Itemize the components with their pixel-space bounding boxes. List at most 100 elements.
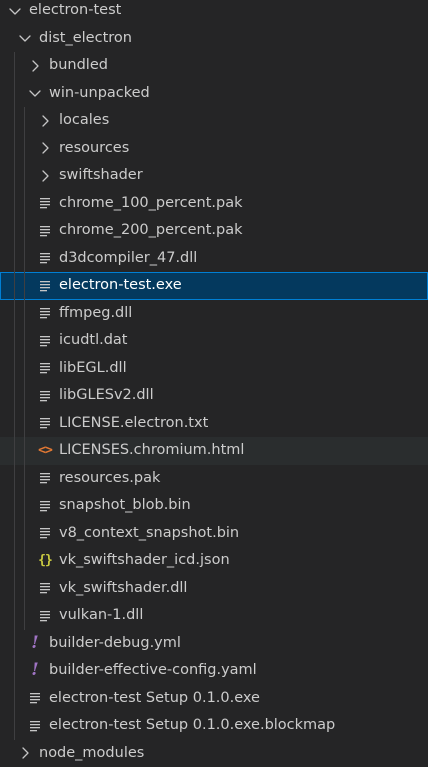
indent-guide: [14, 410, 15, 438]
file-row-resources-pak[interactable]: resources.pak: [0, 465, 428, 493]
indent-guide: [24, 437, 25, 465]
chevron-down-icon[interactable]: [27, 80, 43, 108]
file-row-ffmpeg-dll[interactable]: ffmpeg.dll: [0, 300, 428, 328]
file-row-v8-context-snapshot-bin[interactable]: v8_context_snapshot.bin: [0, 520, 428, 548]
file-lines-icon: [37, 575, 53, 603]
file-label: vk_swiftshader.dll: [59, 575, 187, 603]
indent-guide: [24, 135, 25, 163]
indent-guide: [14, 437, 15, 465]
file-label: resources.pak: [59, 465, 160, 493]
file-lines-icon: [37, 190, 53, 218]
file-lines-icon: [37, 300, 53, 328]
chevron-down-icon[interactable]: [17, 25, 33, 53]
file-lines-icon: [37, 217, 53, 245]
folder-row-locales[interactable]: locales: [0, 107, 428, 135]
file-row-d3dcompiler-47-dll[interactable]: d3dcompiler_47.dll: [0, 245, 428, 273]
indent-guide: [14, 657, 15, 685]
indent-guide: [14, 520, 15, 548]
file-lines-icon: [37, 492, 53, 520]
file-label: ffmpeg.dll: [59, 300, 132, 328]
indent-guide: [24, 107, 25, 135]
folder-row-electron-test[interactable]: electron-test: [0, 0, 428, 25]
indent-guide: [14, 52, 15, 80]
file-label: libEGL.dll: [59, 355, 127, 383]
file-lines-icon: [37, 327, 53, 355]
folder-row-resources[interactable]: resources: [0, 135, 428, 163]
folder-row-swiftshader[interactable]: swiftshader: [0, 162, 428, 190]
folder-label: locales: [59, 107, 109, 135]
indent-guide: [14, 382, 15, 410]
file-row-chrome-100-percent-pak[interactable]: chrome_100_percent.pak: [0, 190, 428, 218]
file-label: snapshot_blob.bin: [59, 492, 191, 520]
indent-guide: [14, 547, 15, 575]
indent-guide: [14, 135, 15, 163]
indent-guide: [24, 190, 25, 218]
yaml-file-icon: !: [27, 657, 43, 685]
file-row-chrome-200-percent-pak[interactable]: chrome_200_percent.pak: [0, 217, 428, 245]
indent-guide: [14, 300, 15, 328]
file-label: vulkan-1.dll: [59, 602, 143, 630]
file-label: electron-test Setup 0.1.0.exe: [49, 685, 260, 713]
file-lines-icon: [37, 602, 53, 630]
file-row-licenses-chromium-html[interactable]: <>LICENSES.chromium.html: [0, 437, 428, 465]
file-row-icudtl-dat[interactable]: icudtl.dat: [0, 327, 428, 355]
file-label: d3dcompiler_47.dll: [59, 245, 197, 273]
indent-guide: [24, 382, 25, 410]
file-row-builder-effective-config-yaml[interactable]: !builder-effective-config.yaml: [0, 657, 428, 685]
indent-guide: [24, 245, 25, 273]
indent-guide: [14, 217, 15, 245]
indent-guide: [14, 245, 15, 273]
indent-guide: [24, 300, 25, 328]
file-label: LICENSES.chromium.html: [59, 437, 244, 465]
file-row-builder-debug-yml[interactable]: !builder-debug.yml: [0, 630, 428, 658]
explorer-tree: electron-testdist_electronbundledwin-unp…: [0, 0, 428, 767]
indent-guide: [14, 327, 15, 355]
indent-guide: [24, 575, 25, 603]
file-label: vk_swiftshader_icd.json: [59, 547, 230, 575]
folder-label: dist_electron: [39, 25, 132, 53]
chevron-right-icon[interactable]: [37, 162, 53, 190]
indent-guide: [24, 520, 25, 548]
file-label: chrome_100_percent.pak: [59, 190, 243, 218]
file-label: chrome_200_percent.pak: [59, 217, 243, 245]
file-row-electron-test-exe[interactable]: electron-test.exe: [0, 272, 428, 300]
file-row-license-electron-txt[interactable]: LICENSE.electron.txt: [0, 410, 428, 438]
indent-guide: [24, 272, 25, 300]
folder-row-node-modules[interactable]: node_modules: [0, 740, 428, 767]
file-lines-icon: [37, 382, 53, 410]
folder-row-dist-electron[interactable]: dist_electron: [0, 25, 428, 53]
folder-row-win-unpacked[interactable]: win-unpacked: [0, 80, 428, 108]
indent-guide: [24, 162, 25, 190]
indent-guide: [14, 712, 15, 740]
file-label: electron-test.exe: [59, 272, 182, 300]
folder-row-bundled[interactable]: bundled: [0, 52, 428, 80]
indent-guide: [14, 162, 15, 190]
file-label: libGLESv2.dll: [59, 382, 154, 410]
file-row-snapshot-blob-bin[interactable]: snapshot_blob.bin: [0, 492, 428, 520]
chevron-right-icon[interactable]: [27, 52, 43, 80]
file-label: electron-test Setup 0.1.0.exe.blockmap: [49, 712, 335, 740]
file-row-electron-test-setup-0-1-0-exe[interactable]: electron-test Setup 0.1.0.exe: [0, 685, 428, 713]
chevron-right-icon[interactable]: [37, 135, 53, 163]
indent-guide: [14, 80, 15, 108]
chevron-down-icon[interactable]: [7, 0, 23, 25]
file-row-vk-swiftshader-icd-json[interactable]: {}vk_swiftshader_icd.json: [0, 547, 428, 575]
folder-label: bundled: [49, 52, 108, 80]
file-lines-icon: [27, 712, 43, 740]
file-row-libglesv2-dll[interactable]: libGLESv2.dll: [0, 382, 428, 410]
chevron-right-icon[interactable]: [17, 740, 33, 767]
file-row-vulkan-1-dll[interactable]: vulkan-1.dll: [0, 602, 428, 630]
indent-guide: [14, 272, 15, 300]
indent-guide: [24, 492, 25, 520]
file-row-electron-test-setup-0-1-0-exe-blockmap[interactable]: electron-test Setup 0.1.0.exe.blockmap: [0, 712, 428, 740]
chevron-right-icon[interactable]: [37, 107, 53, 135]
indent-guide: [14, 107, 15, 135]
file-row-libegl-dll[interactable]: libEGL.dll: [0, 355, 428, 383]
indent-guide: [14, 465, 15, 493]
indent-guide: [14, 190, 15, 218]
file-row-vk-swiftshader-dll[interactable]: vk_swiftshader.dll: [0, 575, 428, 603]
indent-guide: [24, 602, 25, 630]
folder-label: node_modules: [39, 740, 144, 767]
file-lines-icon: [37, 520, 53, 548]
folder-label: resources: [59, 135, 129, 163]
